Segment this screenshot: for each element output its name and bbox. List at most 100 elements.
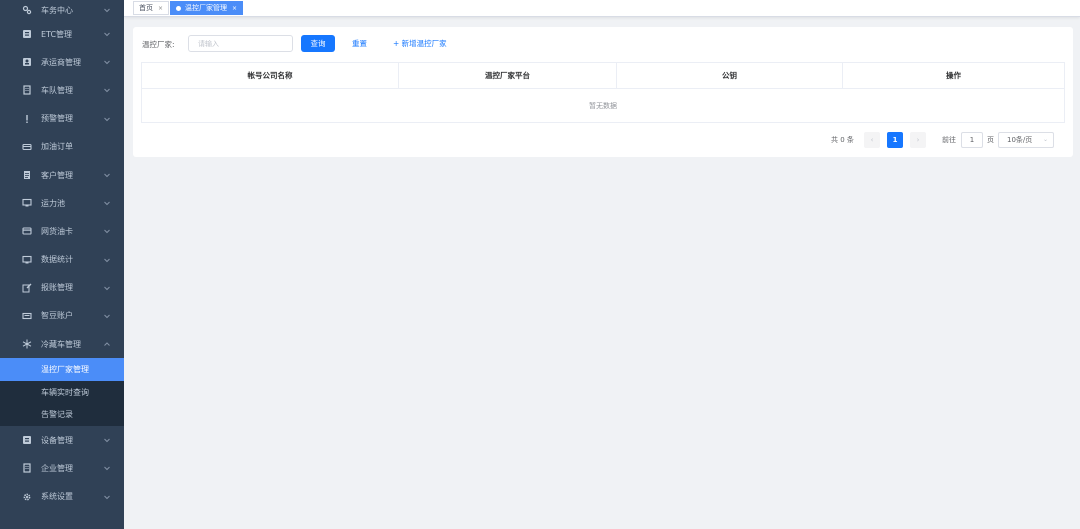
chevron-down-icon bbox=[103, 171, 111, 179]
sidebar-item-system-settings[interactable]: 系统设置 bbox=[0, 482, 124, 510]
card-icon bbox=[22, 142, 32, 152]
column-header: 帐号公司名称 bbox=[142, 63, 399, 88]
column-header: 操作 bbox=[946, 71, 961, 80]
sidebar-item-label: 数据统计 bbox=[41, 255, 73, 265]
exclamation-icon bbox=[22, 114, 32, 124]
sidebar-item-refrigerated-truck[interactable]: 冷藏车管理 bbox=[0, 330, 124, 358]
chevron-down-icon bbox=[103, 30, 111, 38]
sidebar-item-device[interactable]: 设备管理 bbox=[0, 426, 124, 454]
vendor-table: 帐号公司名称 温控厂家平台 公钥 操作 暂无数据 bbox=[141, 62, 1065, 123]
tab-label: 首页 bbox=[139, 4, 153, 12]
goto-page-input[interactable]: 1 bbox=[961, 132, 983, 148]
chevron-down-icon bbox=[103, 58, 111, 66]
sidebar-subitem-temp-vendor[interactable]: 温控厂家管理 bbox=[0, 358, 124, 381]
sidebar-item-label: 客户管理 bbox=[41, 170, 73, 180]
prev-page-button[interactable]: ‹ bbox=[864, 132, 880, 148]
filter-label: 温控厂家: bbox=[142, 40, 175, 49]
sidebar-item-etc[interactable]: ETC管理 bbox=[0, 20, 124, 48]
chevron-down-icon bbox=[103, 86, 111, 94]
monitor-icon bbox=[22, 198, 32, 208]
document-icon bbox=[22, 170, 32, 180]
tab-home[interactable]: 首页 × bbox=[133, 1, 170, 15]
sidebar-item-label: 承运商管理 bbox=[41, 57, 81, 67]
table-header: 帐号公司名称 温控厂家平台 公钥 操作 bbox=[142, 63, 1064, 89]
tags-view-bar: 首页 × 温控厂家管理 × bbox=[124, 0, 1080, 17]
column-header: 温控厂家平台 bbox=[399, 63, 617, 88]
add-vendor-button[interactable]: + 新增温控厂家 bbox=[393, 35, 447, 52]
sidebar-item-label: 智豆账户 bbox=[41, 311, 73, 321]
sidebar-item-warning[interactable]: 预警管理 bbox=[0, 105, 124, 133]
chevron-down-icon bbox=[103, 6, 111, 14]
tab-temp-vendor[interactable]: 温控厂家管理 × bbox=[170, 1, 244, 15]
sidebar-item-reimbursement[interactable]: 报账管理 bbox=[0, 274, 124, 302]
chevron-down-icon bbox=[103, 464, 111, 472]
page-number-button[interactable]: 1 bbox=[887, 132, 903, 148]
chevron-down-icon bbox=[103, 199, 111, 207]
page-size-select[interactable]: 10条/页 ⌄ bbox=[998, 132, 1054, 148]
sidebar-item-label: 运力池 bbox=[41, 198, 65, 208]
cogs-icon bbox=[22, 5, 32, 15]
vendor-search-input[interactable]: 请输入 bbox=[188, 35, 293, 52]
next-page-button[interactable]: › bbox=[910, 132, 926, 148]
sidebar-item-label: 设备管理 bbox=[41, 435, 73, 445]
empty-state: 暂无数据 bbox=[589, 101, 617, 110]
id-card-icon bbox=[22, 435, 32, 445]
sidebar-item-label: 系统设置 bbox=[41, 492, 73, 501]
building-icon bbox=[22, 85, 32, 96]
chevron-down-icon bbox=[103, 284, 111, 292]
sidebar-item-statistics[interactable]: 数据统计 bbox=[0, 246, 124, 274]
sidebar-item-label: 加油订单 bbox=[41, 142, 73, 152]
sidebar-subitem-vehicle-realtime[interactable]: 车辆实时查询 bbox=[0, 380, 124, 404]
sidebar-item-fleet[interactable]: 车队管理 bbox=[0, 76, 124, 104]
goto-label: 前往 bbox=[942, 136, 956, 144]
sidebar-item-label: 预警管理 bbox=[41, 114, 73, 124]
keyboard-icon bbox=[22, 311, 32, 321]
sidebar-item-customer[interactable]: 客户管理 bbox=[0, 161, 124, 189]
close-icon[interactable]: × bbox=[232, 5, 237, 12]
sidebar-item-enterprise[interactable]: 企业管理 bbox=[0, 454, 124, 482]
user-card-icon bbox=[22, 57, 32, 67]
column-header: 公钥 bbox=[617, 63, 843, 88]
tab-label: 温控厂家管理 bbox=[185, 4, 227, 12]
sidebar-item-oil-card[interactable]: 网货油卡 bbox=[0, 217, 124, 245]
chevron-down-icon bbox=[103, 115, 111, 123]
chevron-up-icon bbox=[103, 340, 111, 348]
sidebar-item-label: 冷藏车管理 bbox=[41, 339, 81, 349]
content-card: 温控厂家: 请输入 查询 重置 + 新增温控厂家 帐号公司名称 温控厂家平台 公… bbox=[133, 27, 1073, 157]
page-suffix: 页 bbox=[987, 136, 994, 144]
chevron-down-icon bbox=[103, 227, 111, 235]
sidebar-item-label: 车队管理 bbox=[41, 85, 73, 95]
chevron-down-icon bbox=[103, 493, 111, 501]
chevron-down-icon bbox=[103, 256, 111, 264]
sidebar-item-label: 报账管理 bbox=[41, 283, 73, 293]
pagination-total: 共 0 条 bbox=[831, 136, 854, 144]
id-card-icon bbox=[22, 29, 32, 39]
sidebar-subitem-alarm-records[interactable]: 告警记录 bbox=[0, 403, 124, 427]
sidebar-item-carrier[interactable]: 承运商管理 bbox=[0, 48, 124, 76]
sidebar-item-zhidou-account[interactable]: 智豆账户 bbox=[0, 302, 124, 330]
chevron-left-icon: ‹ bbox=[870, 136, 874, 144]
page-size-value: 10条/页 bbox=[1007, 136, 1033, 144]
sidebar-item-label: ETC管理 bbox=[41, 29, 73, 39]
active-dot-icon bbox=[176, 5, 181, 11]
reset-button[interactable]: 重置 bbox=[352, 35, 367, 52]
building-icon bbox=[22, 463, 32, 473]
chevron-down-icon: ⌄ bbox=[1042, 136, 1048, 143]
sidebar-item-fuel-order[interactable]: 加油订单 bbox=[0, 133, 124, 161]
snowflake-icon bbox=[22, 339, 32, 349]
gear-icon bbox=[22, 492, 32, 502]
chevron-down-icon bbox=[103, 312, 111, 320]
monitor-icon bbox=[22, 255, 32, 265]
sidebar-item-fleet-center[interactable]: 车务中心 bbox=[0, 0, 124, 20]
edit-icon bbox=[22, 283, 32, 293]
chevron-down-icon bbox=[103, 436, 111, 444]
sidebar-item-label: 车务中心 bbox=[41, 5, 73, 15]
credit-card-icon bbox=[22, 226, 32, 236]
search-button[interactable]: 查询 bbox=[301, 35, 335, 52]
sidebar-item-label: 网货油卡 bbox=[41, 226, 73, 236]
sidebar: 车务中心 ETC管理 承运商管理 车队管理 预警管理 加油订单 客户管理 运力池… bbox=[0, 0, 124, 529]
sidebar-item-label: 企业管理 bbox=[41, 463, 73, 473]
close-icon[interactable]: × bbox=[158, 5, 163, 12]
chevron-right-icon: › bbox=[916, 136, 920, 144]
sidebar-item-capacity-pool[interactable]: 运力池 bbox=[0, 189, 124, 217]
